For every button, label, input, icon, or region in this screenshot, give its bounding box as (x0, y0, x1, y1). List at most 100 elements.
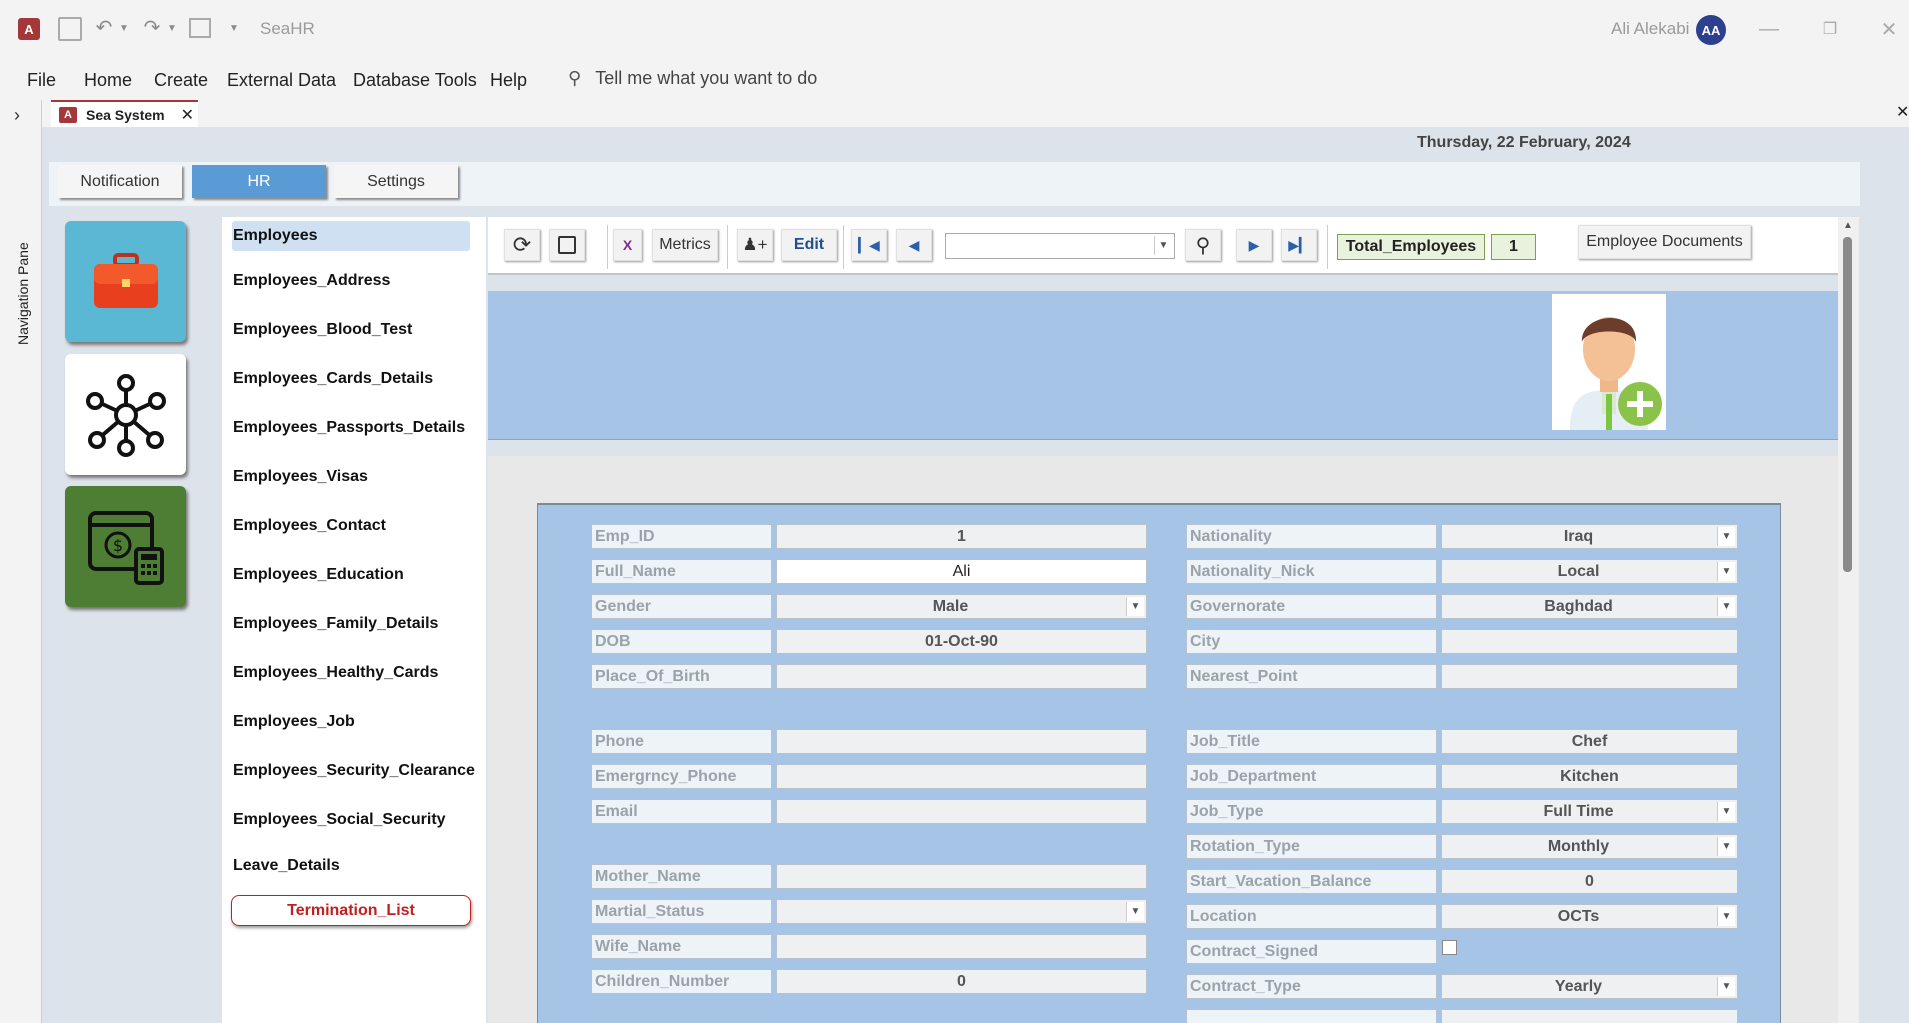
scroll-thumb[interactable] (1843, 237, 1852, 572)
field-job-title[interactable]: Chef (1441, 729, 1738, 754)
chevron-down-icon[interactable]: ▼ (1717, 562, 1735, 581)
field-governorate[interactable]: Baghdad ▼ (1441, 594, 1738, 619)
tab-notification[interactable]: Notification (58, 165, 182, 198)
form-view-icon[interactable] (189, 18, 211, 38)
menu-file[interactable]: File (27, 70, 56, 91)
payroll-tile[interactable]: $ (65, 486, 186, 607)
employee-photo[interactable] (1552, 294, 1666, 430)
chevron-down-icon[interactable]: ▼ (1717, 527, 1735, 546)
subnav-leave-details[interactable]: Leave_Details (233, 857, 340, 875)
add-photo-avatar-icon (1570, 317, 1662, 430)
subnav-employees[interactable]: Employees (233, 227, 317, 245)
subnav-employees-job[interactable]: Employees_Job (233, 713, 355, 731)
expand-nav-icon[interactable]: › (14, 105, 20, 126)
field-gender[interactable]: Male ▼ (776, 594, 1147, 619)
field-emergency-phone[interactable] (776, 764, 1147, 789)
chevron-down-icon[interactable]: ▼ (1717, 977, 1735, 996)
chevron-down-icon[interactable]: ▼ (1126, 597, 1144, 616)
subnav-employees-family-details[interactable]: Employees_Family_Details (233, 615, 438, 633)
restore-icon[interactable]: ❐ (1815, 14, 1845, 44)
close-window-icon[interactable]: ✕ (1874, 14, 1904, 44)
subnav-employees-healthy-cards[interactable]: Employees_Healthy_Cards (233, 664, 438, 682)
field-wife-name[interactable] (776, 934, 1147, 959)
chevron-down-icon[interactable]: ▼ (1717, 597, 1735, 616)
field-emp-id[interactable]: 1 (776, 524, 1147, 549)
menu-database-tools[interactable]: Database Tools (353, 70, 477, 91)
redo-dropdown-icon[interactable]: ▼ (166, 18, 178, 38)
close-tab-icon[interactable]: ✕ (181, 105, 194, 125)
tab-sea-system[interactable]: A Sea System ✕ (51, 100, 198, 127)
previous-record-button[interactable]: ◀ (896, 229, 932, 261)
subnav-employees-visas[interactable]: Employees_Visas (233, 468, 368, 486)
termination-list-button[interactable]: Termination_List (231, 895, 471, 926)
subnav-employees-education[interactable]: Employees_Education (233, 566, 404, 584)
scroll-up-icon[interactable]: ▲ (1843, 220, 1853, 231)
menu-external-data[interactable]: External Data (227, 70, 336, 91)
field-location[interactable]: OCTs ▼ (1441, 904, 1738, 929)
label-location: Location (1186, 904, 1437, 929)
edit-button[interactable]: Edit (781, 229, 837, 261)
field-job-type[interactable]: Full Time ▼ (1441, 799, 1738, 824)
tell-me-search[interactable]: ⚲ Tell me what you want to do (568, 68, 817, 89)
tab-settings[interactable]: Settings (334, 165, 458, 198)
minimize-icon[interactable]: — (1754, 14, 1784, 44)
first-record-button[interactable]: ▎◀ (851, 229, 887, 261)
field-mother-name[interactable] (776, 864, 1147, 889)
field-email[interactable] (776, 799, 1147, 824)
menu-home[interactable]: Home (84, 70, 132, 91)
last-record-button[interactable]: ▶▎ (1281, 229, 1317, 261)
last-record-icon: ▶▎ (1288, 236, 1310, 253)
redo-icon[interactable]: ↷ (140, 15, 164, 39)
total-employees-value: 1 (1491, 234, 1536, 260)
field-nationality-nick[interactable]: Local ▼ (1441, 559, 1738, 584)
search-button[interactable]: ⚲ (1185, 229, 1221, 261)
save-record-button[interactable] (549, 229, 585, 261)
subnav-employees-cards-details[interactable]: Employees_Cards_Details (233, 370, 433, 388)
field-place-of-birth[interactable] (776, 664, 1147, 689)
chevron-down-icon[interactable]: ▼ (1717, 802, 1735, 821)
field-children-number[interactable]: 0 (776, 969, 1147, 994)
subnav-employees-blood-test[interactable]: Employees_Blood_Test (233, 321, 412, 339)
avatar[interactable]: AA (1696, 15, 1726, 45)
metrics-button[interactable]: Metrics (652, 229, 718, 261)
field-full-name[interactable]: Ali (776, 559, 1147, 584)
tab-hr[interactable]: HR (192, 165, 326, 198)
field-dob[interactable]: 01-Oct-90 (776, 629, 1147, 654)
field-city[interactable] (1441, 629, 1738, 654)
add-employee-button[interactable]: ♟+ (737, 229, 773, 261)
field-contract-type[interactable]: Yearly ▼ (1441, 974, 1738, 999)
chevron-down-icon[interactable]: ▼ (1126, 902, 1144, 921)
next-record-button[interactable]: ▶ (1236, 229, 1272, 261)
field-nearest-point[interactable] (1441, 664, 1738, 689)
excel-export-button[interactable]: X (613, 229, 642, 261)
subnav-employees-passports-details[interactable]: Employees_Passports_Details (233, 419, 465, 437)
subnav-employees-contact[interactable]: Employees_Contact (233, 517, 386, 535)
menu-create[interactable]: Create (154, 70, 208, 91)
subnav-employees-address[interactable]: Employees_Address (233, 272, 390, 290)
hr-tile[interactable] (65, 221, 186, 342)
field-martial-status[interactable]: ▼ (776, 899, 1147, 924)
field-job-department[interactable]: Kitchen (1441, 764, 1738, 789)
save-icon[interactable] (58, 17, 82, 41)
subnav-employees-social-security[interactable]: Employees_Social_Security (233, 811, 446, 829)
navigation-pane[interactable]: › Navigation Pane (0, 100, 42, 1023)
field-phone[interactable] (776, 729, 1147, 754)
refresh-button[interactable]: ⟳ (504, 229, 540, 261)
close-document-icon[interactable]: ✕ (1896, 102, 1909, 122)
chevron-down-icon[interactable]: ▼ (1717, 907, 1735, 926)
chevron-down-icon[interactable]: ▼ (1154, 236, 1172, 255)
field-rotation-type[interactable]: Monthly ▼ (1441, 834, 1738, 859)
subnav-employees-security-clearance[interactable]: Employees_Security_Clearance (233, 762, 475, 780)
chevron-down-icon[interactable]: ▼ (1717, 837, 1735, 856)
record-search-combo[interactable]: ▼ (945, 233, 1175, 259)
organization-tile[interactable] (65, 354, 186, 475)
contract-signed-checkbox[interactable] (1442, 940, 1457, 955)
employee-documents-button[interactable]: Employee Documents (1578, 225, 1751, 259)
undo-dropdown-icon[interactable]: ▼ (118, 18, 130, 38)
field-start-vacation-balance[interactable]: 0 (1441, 869, 1738, 894)
payroll-calculator-icon: $ (87, 510, 164, 585)
customize-toolbar-icon[interactable]: ▼ (227, 18, 241, 38)
menu-help[interactable]: Help (490, 70, 527, 91)
field-nationality[interactable]: Iraq ▼ (1441, 524, 1738, 549)
undo-icon[interactable]: ↶ (92, 15, 116, 39)
